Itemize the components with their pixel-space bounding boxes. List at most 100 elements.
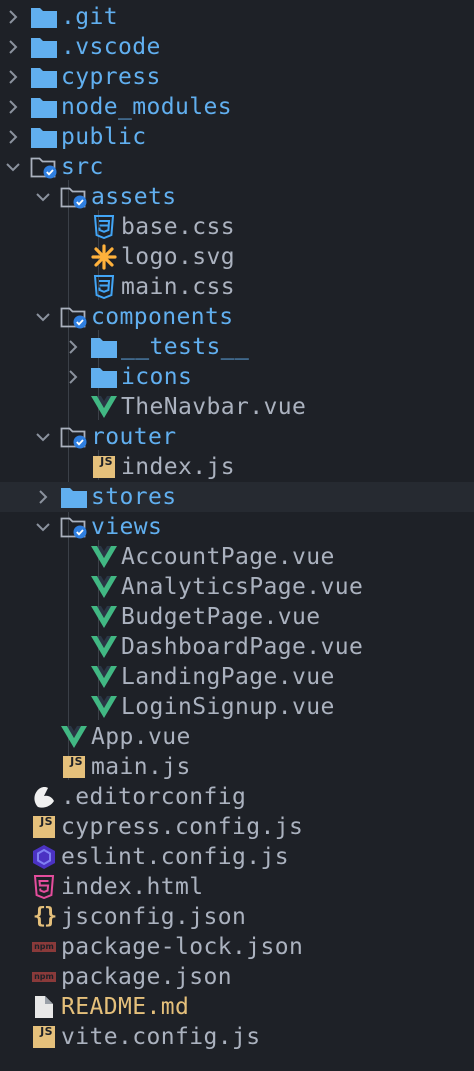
item-label: package-lock.json	[61, 934, 304, 960]
npm-icon: npm	[30, 964, 58, 990]
file-row-main-js[interactable]: JS main.js	[0, 752, 474, 782]
file-row-vite-config-js[interactable]: JS vite.config.js	[0, 1022, 474, 1052]
file-row-eslint-config-js[interactable]: eslint.config.js	[0, 842, 474, 872]
chevron-down-icon[interactable]	[34, 422, 52, 452]
eslint-icon	[30, 844, 58, 870]
folder-row-icons[interactable]: icons	[0, 362, 474, 392]
folder-row-stores[interactable]: stores	[0, 482, 474, 512]
item-label: .editorconfig	[61, 784, 247, 810]
folder-icon	[90, 334, 118, 360]
item-label: DashboardPage.vue	[121, 634, 364, 660]
js-icon: JS	[30, 1024, 58, 1050]
file-row-loginsignup-vue[interactable]: LoginSignup.vue	[0, 692, 474, 722]
css-icon	[90, 214, 118, 240]
folder-row-assets[interactable]: assets	[0, 182, 474, 212]
item-label: BudgetPage.vue	[121, 604, 321, 630]
chevron-right-icon[interactable]	[4, 62, 22, 92]
chevron-right-icon[interactable]	[4, 122, 22, 152]
item-label: assets	[91, 184, 177, 210]
folder-row-vscode[interactable]: .vscode	[0, 32, 474, 62]
folder-open-icon	[60, 184, 88, 210]
vue-icon	[90, 394, 118, 420]
folder-row-src[interactable]: src	[0, 152, 474, 182]
item-label: eslint.config.js	[61, 844, 289, 870]
file-row-analyticspage-vue[interactable]: AnalyticsPage.vue	[0, 572, 474, 602]
chevron-down-icon[interactable]	[34, 302, 52, 332]
html-icon	[30, 874, 58, 900]
folder-icon	[30, 4, 58, 30]
chevron-down-icon[interactable]	[4, 152, 22, 182]
file-row-base-css[interactable]: base.css	[0, 212, 474, 242]
item-label: __tests__	[121, 334, 250, 360]
chevron-down-icon[interactable]	[34, 182, 52, 212]
folder-row-cypress[interactable]: cypress	[0, 62, 474, 92]
chevron-right-icon[interactable]	[4, 32, 22, 62]
folder-row-public[interactable]: public	[0, 122, 474, 152]
item-label: vite.config.js	[61, 1024, 261, 1050]
vue-icon	[90, 544, 118, 570]
folder-open-icon	[60, 304, 88, 330]
chevron-right-icon[interactable]	[34, 482, 52, 512]
css-icon	[90, 274, 118, 300]
item-label: main.css	[121, 274, 235, 300]
file-row-index-html[interactable]: index.html	[0, 872, 474, 902]
folder-row-router[interactable]: router	[0, 422, 474, 452]
file-row-jsconfig-json[interactable]: {} jsconfig.json	[0, 902, 474, 932]
folder-icon	[30, 124, 58, 150]
vue-icon	[90, 664, 118, 690]
chevron-right-icon[interactable]	[4, 92, 22, 122]
item-label: cypress.config.js	[61, 814, 304, 840]
item-label: cypress	[61, 64, 161, 90]
file-row-cypress-config-js[interactable]: JS cypress.config.js	[0, 812, 474, 842]
file-row-index-js[interactable]: JS index.js	[0, 452, 474, 482]
item-label: src	[61, 154, 104, 180]
js-icon: JS	[90, 454, 118, 480]
file-explorer-tree: .git .vscode cypress node_modulespublic src a…	[0, 0, 474, 1071]
file-row-readme-md[interactable]: README.md	[0, 992, 474, 1022]
item-label: components	[91, 304, 234, 330]
vue-icon	[90, 604, 118, 630]
folder-icon	[60, 484, 88, 510]
vue-icon	[90, 634, 118, 660]
folder-row-node-modules[interactable]: node_modules	[0, 92, 474, 122]
js-icon: JS	[30, 814, 58, 840]
item-label: LoginSignup.vue	[121, 694, 335, 720]
file-row-package-json[interactable]: npm package.json	[0, 962, 474, 992]
js-icon: JS	[60, 754, 88, 780]
folder-icon	[90, 364, 118, 390]
file-row-logo-svg[interactable]: logo.svg	[0, 242, 474, 272]
file-row-accountpage-vue[interactable]: AccountPage.vue	[0, 542, 474, 572]
file-row-landingpage-vue[interactable]: LandingPage.vue	[0, 662, 474, 692]
json-icon: {}	[32, 904, 57, 929]
folder-row-views[interactable]: views	[0, 512, 474, 542]
folder-row-git[interactable]: .git	[0, 2, 474, 32]
item-label: App.vue	[91, 724, 191, 750]
file-row-dashboardpage-vue[interactable]: DashboardPage.vue	[0, 632, 474, 662]
file-row-package-lock-json[interactable]: npm package-lock.json	[0, 932, 474, 962]
folder-open-icon	[60, 514, 88, 540]
item-label: views	[91, 514, 163, 540]
item-label: TheNavbar.vue	[121, 394, 307, 420]
file-row-main-css[interactable]: main.css	[0, 272, 474, 302]
item-label: AnalyticsPage.vue	[121, 574, 364, 600]
vue-icon	[90, 574, 118, 600]
folder-row-tests[interactable]: __tests__	[0, 332, 474, 362]
folder-icon	[30, 34, 58, 60]
folder-open-icon	[30, 154, 58, 180]
item-label: README.md	[61, 994, 190, 1020]
folder-row-components[interactable]: components	[0, 302, 474, 332]
file-row-budgetpage-vue[interactable]: BudgetPage.vue	[0, 602, 474, 632]
item-label: public	[61, 124, 147, 150]
file-row-thenavbar-vue[interactable]: TheNavbar.vue	[0, 392, 474, 422]
chevron-right-icon[interactable]	[64, 362, 82, 392]
chevron-right-icon[interactable]	[4, 2, 22, 32]
folder-icon	[30, 94, 58, 120]
item-label: node_modules	[61, 94, 232, 120]
item-label: logo.svg	[121, 244, 235, 270]
item-label: index.js	[121, 454, 235, 480]
chevron-down-icon[interactable]	[34, 512, 52, 542]
item-label: icons	[121, 364, 193, 390]
item-label: jsconfig.json	[61, 904, 247, 930]
chevron-right-icon[interactable]	[64, 332, 82, 362]
file-row-editorconfig[interactable]: .editorconfig	[0, 782, 474, 812]
